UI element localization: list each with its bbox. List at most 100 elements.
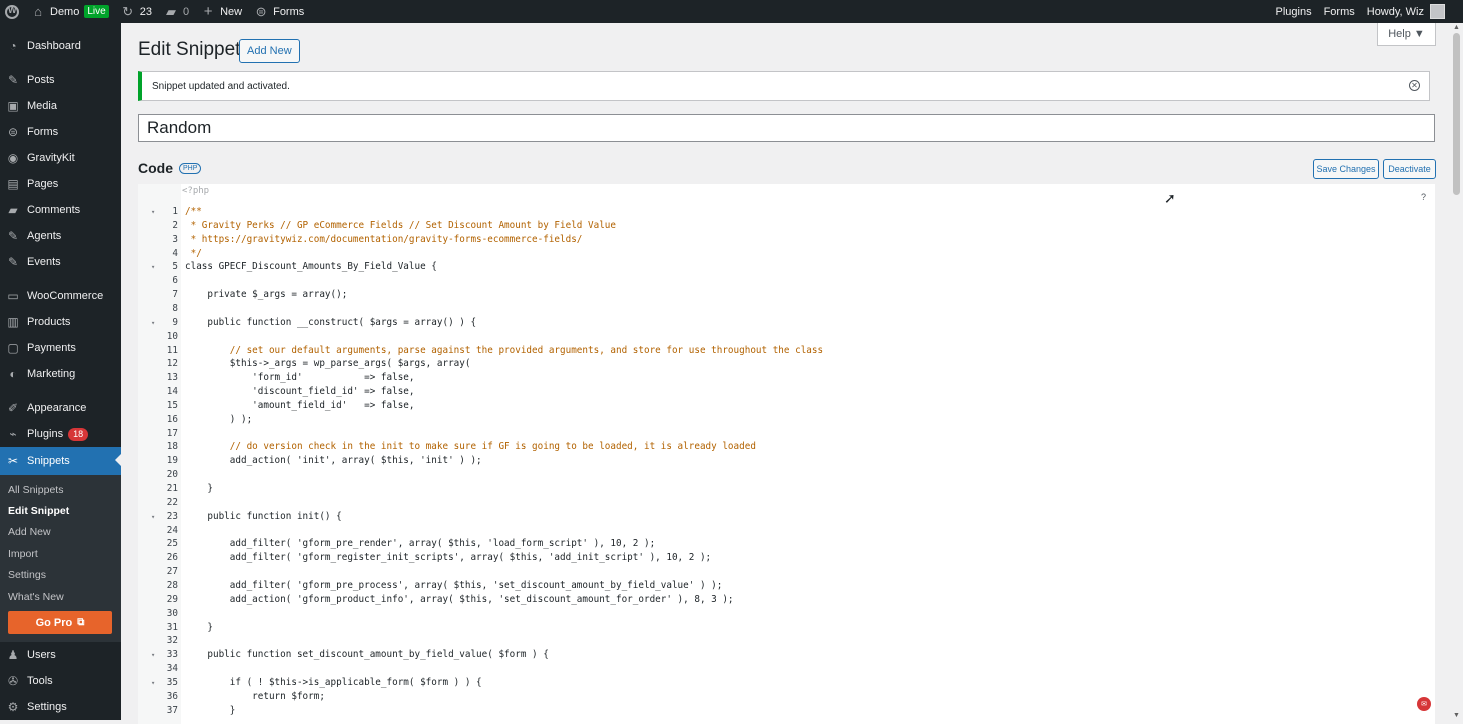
- close-icon[interactable]: ✕: [1409, 80, 1420, 91]
- scroll-up-icon[interactable]: ▲: [1453, 24, 1460, 31]
- menu-agents[interactable]: ✎ Agents: [0, 223, 121, 249]
- code-line[interactable]: 32: [138, 634, 1435, 648]
- code-line[interactable]: 19 add_action( 'init', array( $this, 'in…: [138, 454, 1435, 468]
- menu-label: Appearance: [27, 402, 87, 414]
- submenu-edit-snippet[interactable]: Edit Snippet: [0, 500, 121, 521]
- site-name-menu[interactable]: ⌂ Demo Live: [25, 0, 115, 23]
- scroll-down-icon[interactable]: ▼: [1453, 712, 1460, 719]
- code-line[interactable]: ▾ 9 public function __construct( $args = …: [138, 316, 1435, 330]
- line-number: 14: [166, 386, 178, 398]
- code-line[interactable]: 11 // set our default arguments, parse a…: [138, 344, 1435, 358]
- go-pro-button[interactable]: Go Pro ⧉: [8, 611, 112, 635]
- wp-logo-menu[interactable]: [0, 0, 25, 23]
- code-line[interactable]: 10: [138, 330, 1435, 344]
- save-changes-button[interactable]: Save Changes: [1313, 159, 1379, 179]
- code-line[interactable]: 8: [138, 302, 1435, 316]
- line-number: 20: [166, 469, 178, 481]
- code-line[interactable]: 4 */: [138, 247, 1435, 261]
- line-number: 22: [166, 496, 178, 508]
- plugins-menu[interactable]: Plugins: [1270, 0, 1318, 23]
- code-line[interactable]: 27: [138, 565, 1435, 579]
- chat-widget-icon[interactable]: ✉: [1417, 697, 1431, 711]
- page-title: Edit Snippet: [138, 39, 241, 60]
- menu-snippets[interactable]: ✂ Snippets: [0, 447, 121, 475]
- code-line[interactable]: 15 'amount_field_id' => false,: [138, 399, 1435, 413]
- code-line[interactable]: 30: [138, 607, 1435, 621]
- code-line[interactable]: ▾ 35 if ( ! $this->is_applicable_form( $f…: [138, 676, 1435, 690]
- code-line[interactable]: ▾ 5 class GPECF_Discount_Amounts_By_Field_…: [138, 260, 1435, 274]
- submenu-import[interactable]: Import: [0, 543, 121, 564]
- menu-users[interactable]: ♟ Users: [0, 642, 121, 668]
- code-line[interactable]: 25 add_filter( 'gform_pre_render', array…: [138, 537, 1435, 551]
- help-tab-button[interactable]: Help ▼: [1377, 23, 1436, 46]
- comments-menu[interactable]: ▰ 0: [158, 0, 195, 23]
- code-line[interactable]: 3 * https://gravitywiz.com/documentation…: [138, 233, 1435, 247]
- code-line[interactable]: 21 }: [138, 482, 1435, 496]
- deactivate-button[interactable]: Deactivate: [1383, 159, 1436, 179]
- line-number: 4: [172, 247, 178, 259]
- code-line[interactable]: 18 // do version check in the init to ma…: [138, 440, 1435, 454]
- new-content-menu[interactable]: + New: [195, 0, 248, 23]
- menu-pages[interactable]: ▤ Pages: [0, 171, 121, 197]
- editor-help-icon[interactable]: ?: [1421, 192, 1426, 202]
- menu-marketing[interactable]: ◐ Marketing: [0, 361, 121, 387]
- admin-bar: ⌂ Demo Live ↻ 23 ▰ 0 + New ⊜ Forms Plugi…: [0, 0, 1463, 23]
- code-line[interactable]: 16 ) );: [138, 413, 1435, 427]
- menu-plugins[interactable]: ⌁ Plugins 18: [0, 421, 121, 447]
- code-line[interactable]: ▾ 1/**: [138, 205, 1435, 219]
- code-line[interactable]: 2 * Gravity Perks // GP eCommerce Fields…: [138, 219, 1435, 233]
- menu-settings[interactable]: ⚙ Settings: [0, 694, 121, 720]
- submenu-whats-new[interactable]: What's New: [0, 586, 121, 607]
- menu-label: Marketing: [27, 368, 76, 380]
- code-text: add_filter( 'gform_pre_render', array( $…: [185, 538, 656, 550]
- code-line[interactable]: ▾ 23 public function init() {: [138, 510, 1435, 524]
- code-text: }: [185, 483, 213, 494]
- menu-media[interactable]: ▣ Media: [0, 93, 121, 119]
- forms-right-menu[interactable]: Forms: [1318, 0, 1361, 23]
- menu-payments[interactable]: ▢ Payments: [0, 335, 121, 361]
- code-line[interactable]: 17: [138, 427, 1435, 441]
- code-line[interactable]: 37 }: [138, 704, 1435, 718]
- code-line[interactable]: 12 $this->_args = wp_parse_args( $args, …: [138, 357, 1435, 371]
- scroll-thumb[interactable]: [1453, 33, 1460, 195]
- code-editor[interactable]: <?php ? ▾ 1/** 2 * Gravity Perks // GP eCo…: [138, 184, 1435, 724]
- menu-appearance[interactable]: ✐ Appearance: [0, 395, 121, 421]
- code-line[interactable]: 14 'discount_field_id' => false,: [138, 385, 1435, 399]
- menu-products[interactable]: ▥ Products: [0, 309, 121, 335]
- submenu-add-new[interactable]: Add New: [0, 522, 121, 543]
- menu-events[interactable]: ✎ Events: [0, 249, 121, 275]
- line-number: 34: [166, 663, 178, 675]
- menu-forms[interactable]: ⊜ Forms: [0, 119, 121, 145]
- code-line[interactable]: 26 add_filter( 'gform_register_init_scri…: [138, 551, 1435, 565]
- code-line[interactable]: 24: [138, 524, 1435, 538]
- dashboard-icon: ◔: [9, 39, 17, 53]
- menu-woocommerce[interactable]: ▭ WooCommerce: [0, 283, 121, 309]
- code-text: }: [185, 704, 236, 716]
- menu-dashboard[interactable]: ◔ Dashboard: [0, 33, 121, 59]
- code-line[interactable]: 22: [138, 496, 1435, 510]
- code-line[interactable]: 31 }: [138, 621, 1435, 635]
- my-account-menu[interactable]: Howdy, Wiz: [1361, 0, 1463, 23]
- code-line[interactable]: ▾ 33 public function set_discount_amount_…: [138, 648, 1435, 662]
- snippet-title-input[interactable]: Random: [138, 114, 1435, 142]
- menu-tools[interactable]: ✇ Tools: [0, 668, 121, 694]
- menu-posts[interactable]: ✎ Posts: [0, 67, 121, 93]
- code-line[interactable]: 36 return $form;: [138, 690, 1435, 704]
- code-line[interactable]: 34: [138, 662, 1435, 676]
- menu-gravitykit[interactable]: ◉ GravityKit: [0, 145, 121, 171]
- menu-comments[interactable]: ▰ Comments: [0, 197, 121, 223]
- submenu-settings[interactable]: Settings: [0, 565, 121, 586]
- forms-menu[interactable]: ⊜ Forms: [248, 0, 310, 23]
- add-new-button[interactable]: Add New: [239, 39, 300, 63]
- code-line[interactable]: 7 private $_args = array();: [138, 288, 1435, 302]
- code-line[interactable]: 29 add_action( 'gform_product_info', arr…: [138, 593, 1435, 607]
- code-text: $this->_args = wp_parse_args( $args, arr…: [185, 358, 471, 370]
- menu-label: WooCommerce: [27, 290, 104, 302]
- code-line[interactable]: 6: [138, 274, 1435, 288]
- code-line[interactable]: 13 'form_id' => false,: [138, 371, 1435, 385]
- code-line[interactable]: 20: [138, 468, 1435, 482]
- page-scrollbar[interactable]: ▲ ▼: [1450, 23, 1463, 720]
- submenu-all-snippets[interactable]: All Snippets: [0, 479, 121, 500]
- code-line[interactable]: 28 add_filter( 'gform_pre_process', arra…: [138, 579, 1435, 593]
- updates-menu[interactable]: ↻ 23: [115, 0, 158, 23]
